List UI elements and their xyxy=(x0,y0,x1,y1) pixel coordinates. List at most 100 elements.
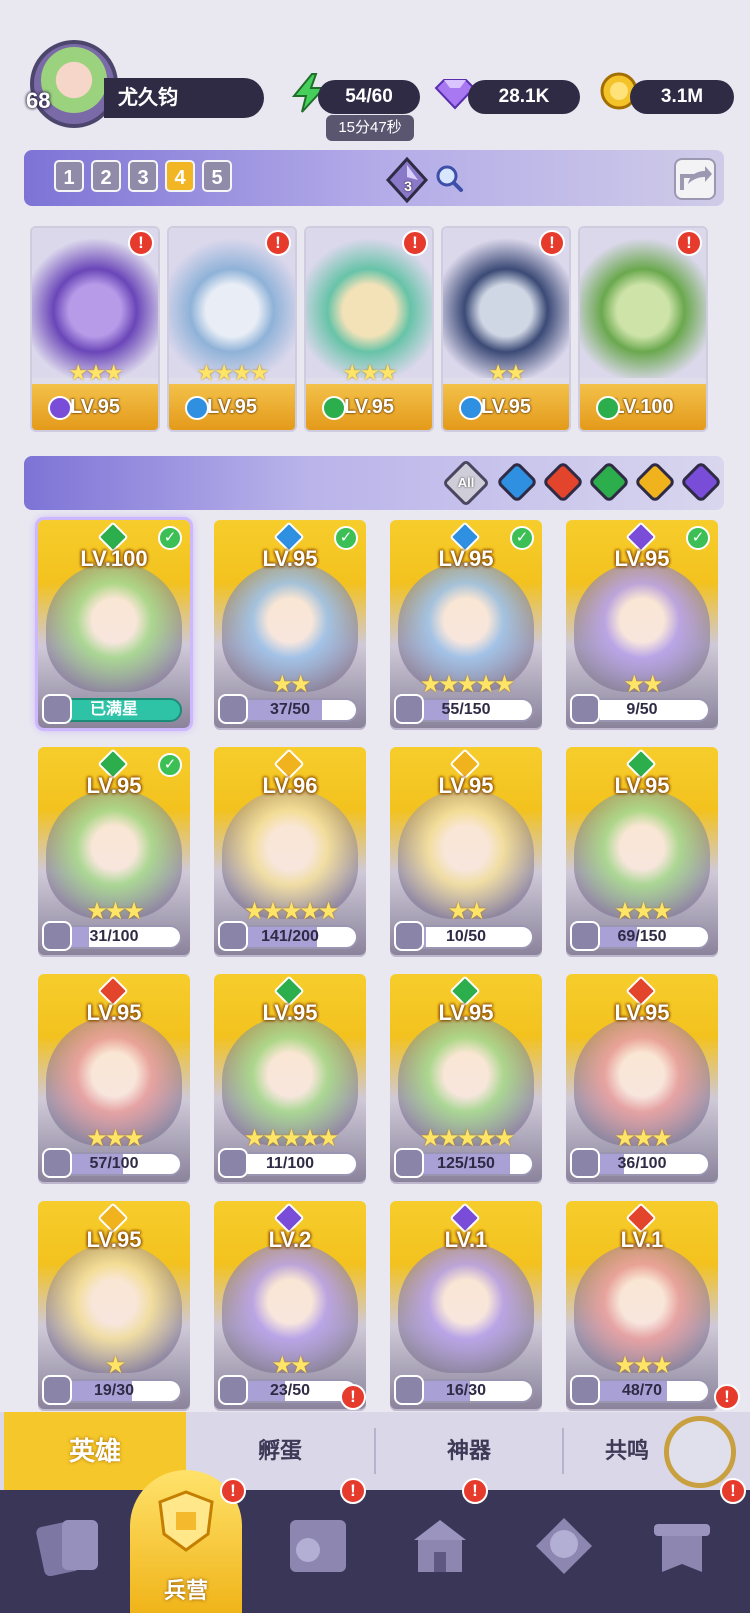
element-water-icon xyxy=(459,396,483,420)
hero-level: LV.95 xyxy=(438,773,494,798)
share-icon[interactable] xyxy=(672,156,718,202)
hero-card[interactable]: LV.95 ★★★★★ 125/150 xyxy=(390,974,542,1182)
hero-card[interactable]: LV.95 ★★★★★ 11/100 xyxy=(214,974,366,1182)
hero-level: LV.95 xyxy=(262,1000,318,1025)
team-tab-2[interactable]: 2 xyxy=(91,160,121,192)
temple-icon xyxy=(414,1520,466,1572)
star-rating: ★★★ xyxy=(68,360,123,385)
temple-alert-badge: ! xyxy=(462,1478,488,1504)
resonance-alert-badge: ! xyxy=(714,1384,740,1410)
checkmark-icon: ✓ xyxy=(334,526,358,550)
hero-level: LV.2 xyxy=(268,1227,312,1252)
hero-portrait xyxy=(46,562,182,692)
team-slot[interactable]: LV.100 xyxy=(578,226,708,432)
slot-alert-badge: ! xyxy=(128,230,154,256)
map-icon xyxy=(290,1520,346,1572)
hero-level: LV.1 xyxy=(620,1227,664,1252)
element-nature-icon xyxy=(322,396,346,420)
slot-alert-badge: ! xyxy=(265,230,291,256)
star-rating: ★★★★ xyxy=(196,360,270,385)
hero-card[interactable]: LV.95 ★★★ 69/150 xyxy=(566,747,718,955)
shard-icon xyxy=(394,921,424,951)
hero-card[interactable]: LV.100 已满星 ✓ xyxy=(35,517,193,731)
player-level: 68 xyxy=(26,88,51,113)
mushroom-icon xyxy=(536,1518,592,1574)
team-tab-1[interactable]: 1 xyxy=(54,160,84,192)
filter-all-label: All xyxy=(457,475,475,490)
slot-alert-badge: ! xyxy=(676,230,702,256)
hero-card[interactable]: LV.95 ★★ 37/50 ✓ xyxy=(214,520,366,728)
barracks-icon xyxy=(158,1490,214,1552)
hero-level: LV.95 xyxy=(262,546,318,571)
hero-card[interactable]: LV.95 ★★★ 36/100 xyxy=(566,974,718,1182)
hero-card[interactable]: LV.2 ★★ 23/50 xyxy=(214,1201,366,1409)
gold-value: 3.1M xyxy=(630,80,734,114)
team-slot[interactable]: ★★★ LV.95 xyxy=(304,226,434,432)
hero-level: LV.1 xyxy=(444,1227,488,1252)
shard-icon xyxy=(42,694,72,724)
shard-icon xyxy=(570,694,600,724)
shard-icon xyxy=(42,921,72,951)
shard-icon xyxy=(218,694,248,724)
hero-card[interactable]: LV.95 ★★ 9/50 ✓ xyxy=(566,520,718,728)
hatch-alert-badge: ! xyxy=(340,1384,366,1410)
hero-card[interactable]: LV.95 ★ 19/30 xyxy=(38,1201,190,1409)
shard-icon xyxy=(218,1375,248,1405)
team-slot[interactable]: ★★ LV.95 xyxy=(441,226,571,432)
team-tab-3[interactable]: 3 xyxy=(128,160,158,192)
element-dark-icon xyxy=(48,396,72,420)
shard-icon xyxy=(394,1375,424,1405)
player-name[interactable]: 尤久钧 xyxy=(104,78,264,118)
hero-card[interactable]: LV.95 ★★★ 57/100 xyxy=(38,974,190,1182)
hero-level: LV.95 xyxy=(86,773,142,798)
banner-alert-badge: ! xyxy=(720,1478,746,1504)
hero-card[interactable]: LV.95 ★★ 10/50 xyxy=(390,747,542,955)
slot-alert-badge: ! xyxy=(402,230,428,256)
element-water-icon xyxy=(185,396,209,420)
team-tab-5[interactable]: 5 xyxy=(202,160,232,192)
shard-icon xyxy=(570,921,600,951)
hero-card[interactable]: LV.95 ★★★ 31/100 ✓ xyxy=(38,747,190,955)
stamina-value: 54/60 xyxy=(318,80,420,114)
checkmark-icon: ✓ xyxy=(158,526,182,550)
sparkle-ring-icon[interactable] xyxy=(664,1416,736,1488)
nav-guild[interactable] xyxy=(508,1500,618,1604)
team-slot[interactable]: ★★★ LV.95 xyxy=(30,226,160,432)
map-alert-badge: ! xyxy=(340,1478,366,1504)
gem-value: 28.1K xyxy=(468,80,580,114)
shard-icon xyxy=(394,1148,424,1178)
hero-level: LV.95 xyxy=(86,1000,142,1025)
hero-level: LV.95 xyxy=(614,1000,670,1025)
star-rating: ★★★ xyxy=(342,360,397,385)
shard-icon xyxy=(42,1375,72,1405)
stamina-timer: 15分47秒 xyxy=(326,115,414,141)
hero-level: LV.95 xyxy=(86,1227,142,1252)
nav-map[interactable] xyxy=(262,1500,372,1604)
crystal-count: 3 xyxy=(404,178,412,194)
nav-banner[interactable] xyxy=(626,1500,736,1604)
hero-card[interactable]: LV.1 ★★★ 48/70 xyxy=(566,1201,718,1409)
team-slot[interactable]: ★★★★ LV.95 xyxy=(167,226,297,432)
nav-cards[interactable] xyxy=(14,1500,124,1604)
checkmark-icon: ✓ xyxy=(510,526,534,550)
hero-card[interactable]: LV.95 ★★★★★ 55/150 ✓ xyxy=(390,520,542,728)
search-icon[interactable] xyxy=(434,163,464,193)
hero-portrait xyxy=(398,1243,534,1373)
element-nature-icon xyxy=(596,396,620,420)
hero-level: LV.100 xyxy=(80,546,148,571)
shard-icon xyxy=(394,694,424,724)
hero-card[interactable]: LV.96 ★★★★★ 141/200 xyxy=(214,747,366,955)
hero-level: LV.95 xyxy=(614,773,670,798)
banner-icon xyxy=(654,1524,710,1572)
shard-icon xyxy=(570,1148,600,1178)
team-tab-4[interactable]: 4 xyxy=(165,160,195,192)
shard-icon xyxy=(218,921,248,951)
checkmark-icon: ✓ xyxy=(158,753,182,777)
nav-temple[interactable] xyxy=(384,1500,494,1604)
hero-card[interactable]: LV.1 16/30 xyxy=(390,1201,542,1409)
hero-level: LV.95 xyxy=(438,546,494,571)
cards-icon xyxy=(36,1520,98,1577)
star-rating: ★★ xyxy=(488,360,525,385)
slot-alert-badge: ! xyxy=(539,230,565,256)
hero-level: LV.95 xyxy=(614,546,670,571)
